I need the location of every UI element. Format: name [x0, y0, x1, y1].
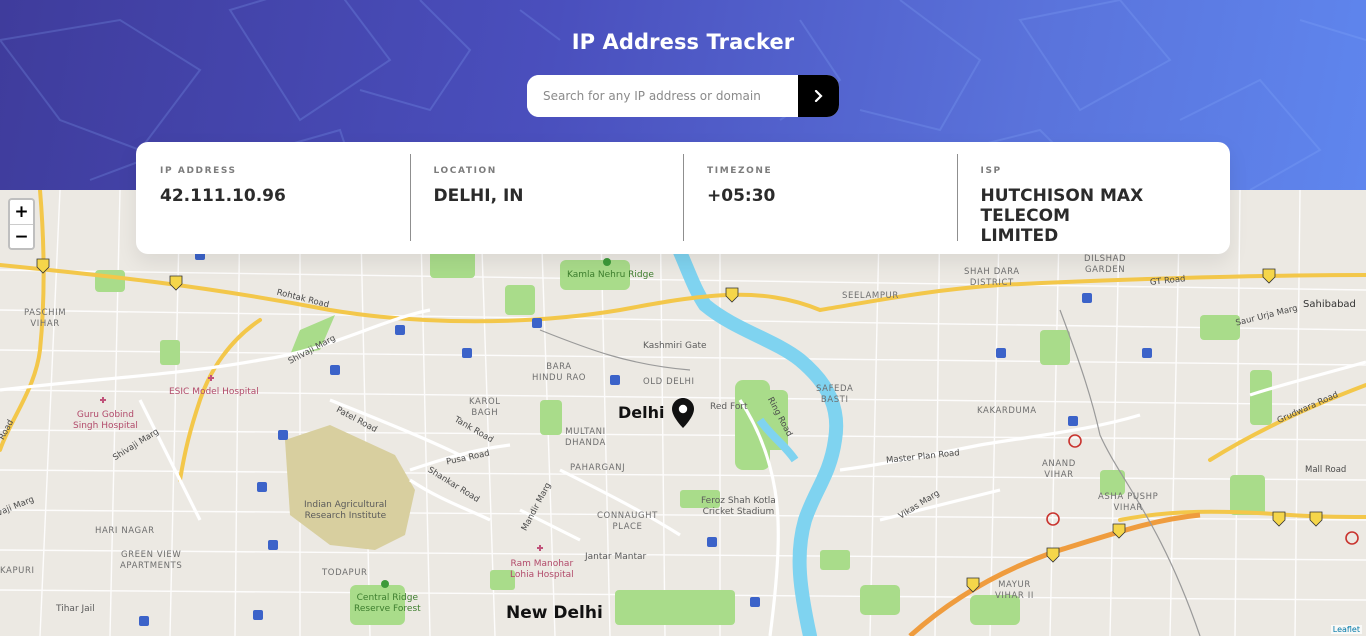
zoom-in-button[interactable]: +	[10, 200, 33, 224]
search-submit-button[interactable]	[798, 75, 839, 117]
road-label-mall: Mall Road	[1305, 465, 1347, 475]
poi-iari: Indian Agricultural Research Institute	[304, 500, 387, 521]
district-anand-vihar: ANAND VIHAR	[1042, 459, 1076, 480]
poi-ram-manohar-lohia: Ram Manohar Lohia Hospital	[510, 559, 574, 580]
poi-kamla-nehru-ridge: Kamla Nehru Ridge	[567, 270, 654, 280]
poi-tihar-jail: Tihar Jail	[56, 604, 95, 614]
info-value: DELHI, IN	[433, 186, 524, 206]
district-todapur: TODAPUR	[322, 568, 368, 578]
poi-feroz-shah-kotla: Feroz Shah Kotla Cricket Stadium	[701, 496, 776, 517]
ip-info-card: IP ADDRESS 42.111.10.96 LOCATION DELHI, …	[136, 142, 1230, 254]
poi-jantar-mantar: Jantar Mantar	[585, 552, 647, 562]
info-ip-address: IP ADDRESS 42.111.10.96	[136, 142, 410, 254]
app-root: Rohtak Road Shivaji Marg Shivaji Marg Pa…	[0, 0, 1366, 636]
district-safeda-basti: SAFEDA BASTI	[816, 384, 854, 405]
search-input[interactable]	[527, 75, 798, 117]
district-seelampur: SEELAMPUR	[842, 291, 899, 301]
district-connaught-place: CONNAUGHT PLACE	[597, 511, 658, 532]
poi-guru-gobind-hospital: Guru Gobind Singh Hospital	[73, 410, 138, 431]
district-hari-nagar: HARI NAGAR	[95, 526, 155, 536]
poi-red-fort: Red Fort	[710, 402, 748, 412]
poi-central-ridge: Central Ridge Reserve Forest	[354, 593, 421, 614]
info-value: 42.111.10.96	[160, 186, 286, 206]
map-attribution-link[interactable]: Leaflet	[1330, 625, 1362, 634]
search-form	[527, 75, 839, 117]
map-zoom-control: + −	[8, 198, 35, 250]
info-value: HUTCHISON MAX TELECOM LIMITED	[980, 186, 1144, 246]
info-value: +05:30	[707, 186, 776, 206]
district-sahibabad: Sahibabad	[1303, 299, 1356, 310]
city-label-new-delhi: New Delhi	[506, 603, 603, 623]
poi-kashmiri-gate: Kashmiri Gate	[643, 341, 707, 351]
district-old-delhi: OLD DELHI	[643, 377, 695, 387]
info-label: IP ADDRESS	[160, 166, 237, 176]
info-location: LOCATION DELHI, IN	[409, 142, 684, 254]
map-view[interactable]: Rohtak Road Shivaji Marg Shivaji Marg Pa…	[0, 190, 1366, 636]
info-label: ISP	[980, 166, 1002, 176]
district-paschim-vihar: PASCHIM VIHAR	[24, 308, 67, 329]
page-title: IP Address Tracker	[571, 30, 795, 54]
district-kakarduma: KAKARDUMA	[977, 406, 1037, 416]
district-mayur-vihar: MAYUR VIHAR II	[995, 580, 1034, 601]
info-isp: ISP HUTCHISON MAX TELECOM LIMITED	[956, 142, 1231, 254]
info-timezone: TIMEZONE +05:30	[683, 142, 957, 254]
zoom-out-button[interactable]: −	[10, 224, 33, 248]
district-bara-hindu-rao: BARA HINDU RAO	[532, 362, 587, 383]
info-label: TIMEZONE	[707, 166, 773, 176]
info-label: LOCATION	[433, 166, 497, 176]
district-paharganj: PAHARGANJ	[570, 463, 626, 473]
district-green-view: GREEN VIEW APARTMENTS	[120, 550, 183, 571]
district-kapuri: KAPURI	[0, 566, 35, 576]
district-asha-pushp-vihar: ASHA PUSHP VIHAR	[1098, 492, 1159, 513]
district-multani-dhanda: MULTANI DHANDA	[565, 427, 606, 448]
poi-esic-hospital: ESIC Model Hospital	[169, 387, 259, 397]
city-label-delhi: Delhi	[618, 403, 665, 422]
chevron-right-icon	[814, 90, 823, 102]
district-karol-bagh: KAROL BAGH	[469, 397, 501, 418]
location-pin-icon[interactable]	[672, 398, 694, 428]
district-shah-dara: SHAH DARA DISTRICT	[964, 267, 1020, 288]
district-dilshad-garden: DILSHAD GARDEN	[1084, 254, 1127, 275]
